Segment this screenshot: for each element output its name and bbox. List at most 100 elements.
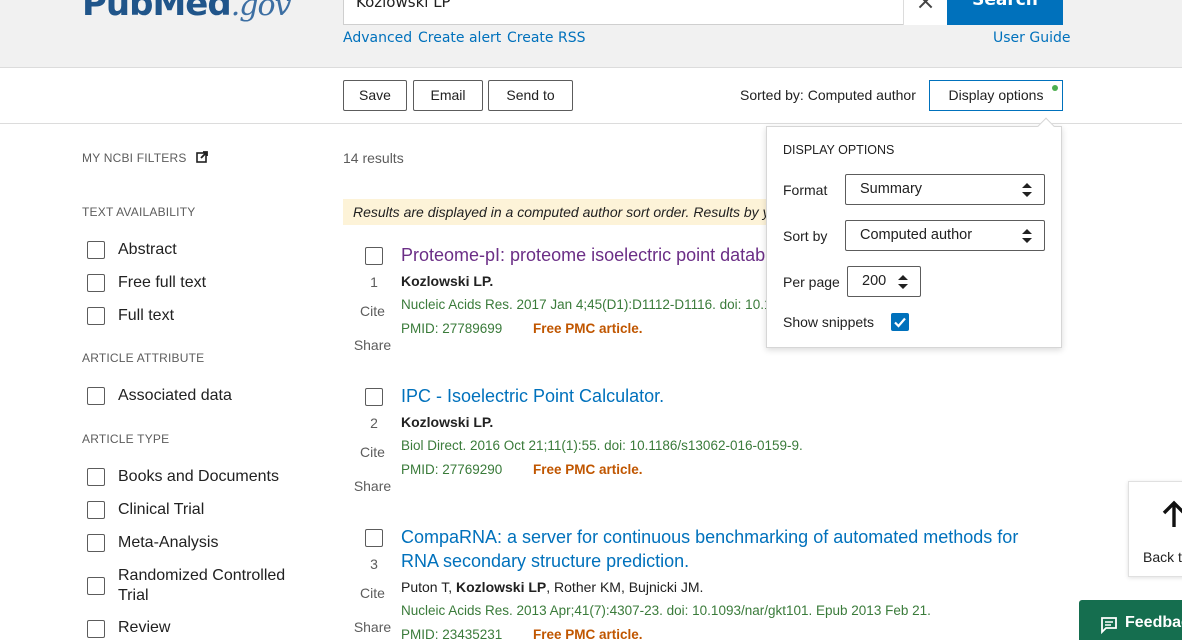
display-options-label: Display options: [948, 87, 1044, 103]
result-citation: Nucleic Acids Res. 2017 Jan 4;45(D1):D11…: [401, 297, 771, 312]
checkmark-icon: [894, 317, 906, 328]
result-title-link[interactable]: Proteome-pI: proteome isoelectric point …: [401, 243, 771, 267]
result-authors: Kozlowski LP.: [401, 414, 493, 430]
per-page-label: Per page: [783, 274, 840, 290]
external-link-icon: [196, 151, 209, 163]
sort-by-select[interactable]: Computed author: [845, 220, 1045, 251]
result-title-line-2: RNA secondary structure prediction.: [401, 551, 690, 571]
clear-search-icon[interactable]: ×: [903, 0, 947, 25]
rct-checkbox[interactable]: [87, 577, 105, 595]
show-snippets-checkbox[interactable]: [891, 313, 909, 331]
associated-data-checkbox[interactable]: [87, 387, 105, 405]
select-updown-icon: [898, 275, 908, 289]
back-to-top-label: Back to top: [1143, 549, 1182, 565]
result-title-line-1: CompaRNA: a server for continuous benchm…: [401, 527, 1019, 547]
result-number: 3: [370, 556, 378, 572]
free-pmc-label: Free PMC article.: [533, 462, 643, 477]
filter-label-full-text[interactable]: Full text: [118, 306, 174, 326]
article-type-heading: ARTICLE TYPE: [82, 432, 170, 446]
result-citation: Nucleic Acids Res. 2013 Apr;41(7):4307-2…: [401, 603, 931, 618]
filter-label-abstract[interactable]: Abstract: [118, 240, 177, 260]
sort-notice: Results are displayed in a computed auth…: [343, 199, 767, 225]
pubmed-logo[interactable]: PubMed.gov: [82, 0, 292, 24]
share-link[interactable]: Share: [350, 337, 395, 353]
author-pre: Puton T,: [401, 579, 457, 595]
abstract-checkbox[interactable]: [87, 241, 105, 259]
my-ncbi-filters[interactable]: MY NCBI FILTERS: [82, 151, 209, 165]
share-link[interactable]: Share: [350, 478, 395, 494]
action-bar: Save Email Send to Sorted by: Computed a…: [0, 68, 1182, 124]
filter-label-rct[interactable]: Randomized Controlled Trial: [118, 566, 308, 606]
show-snippets-label: Show snippets: [783, 314, 875, 330]
logo-main: PubMed: [82, 0, 232, 24]
logo-suffix: .gov: [230, 0, 292, 23]
feedback-label: Feedback: [1125, 614, 1182, 631]
free-full-text-checkbox[interactable]: [87, 274, 105, 292]
result-title-link[interactable]: IPC - Isoelectric Point Calculator.: [401, 384, 664, 408]
email-button[interactable]: Email: [413, 80, 483, 111]
author-post: , Rother KM, Bujnicki JM.: [546, 579, 704, 595]
filter-label-meta-analysis[interactable]: Meta-Analysis: [118, 533, 218, 553]
result-checkbox[interactable]: [365, 247, 383, 265]
result-number: 2: [370, 415, 378, 431]
header: PubMed.gov Kozlowski LP × Search Advance…: [0, 0, 1182, 68]
search-button[interactable]: Search: [947, 0, 1063, 25]
article-attribute-heading: ARTICLE ATTRIBUTE: [82, 351, 205, 365]
full-text-checkbox[interactable]: [87, 307, 105, 325]
author-bold: Kozlowski LP.: [401, 273, 494, 289]
active-indicator-icon: [1052, 85, 1058, 91]
results-count: 14 results: [343, 150, 404, 166]
meta-analysis-checkbox[interactable]: [87, 534, 105, 552]
create-alert-link[interactable]: Create alert: [418, 30, 501, 46]
cite-link[interactable]: Cite: [350, 444, 395, 460]
result-checkbox[interactable]: [365, 388, 383, 406]
cite-link[interactable]: Cite: [350, 303, 395, 319]
review-checkbox[interactable]: [87, 620, 105, 638]
books-and-documents-checkbox[interactable]: [87, 468, 105, 486]
result-authors: Puton T, Kozlowski LP, Rother KM, Bujnic…: [401, 579, 703, 595]
cite-link[interactable]: Cite: [350, 585, 395, 601]
display-options-title: DISPLAY OPTIONS: [783, 143, 895, 157]
free-pmc-label: Free PMC article.: [533, 321, 643, 336]
result-checkbox[interactable]: [365, 529, 383, 547]
select-updown-icon: [1022, 183, 1032, 197]
sort-by-value: Computed author: [860, 227, 973, 243]
format-value: Summary: [860, 181, 923, 197]
result-title-link[interactable]: CompaRNA: a server for continuous benchm…: [401, 525, 1018, 573]
sort-by-label: Sort by: [783, 228, 828, 244]
filter-label-review[interactable]: Review: [118, 618, 170, 638]
author-bold: Kozlowski LP.: [401, 414, 494, 430]
result-pmid: PMID: 27769290: [401, 462, 503, 477]
clinical-trial-checkbox[interactable]: [87, 501, 105, 519]
search-input[interactable]: Kozlowski LP: [343, 0, 947, 25]
display-options-panel: DISPLAY OPTIONS Format Summary Sort by C…: [766, 126, 1062, 348]
arrow-up-icon: [1162, 500, 1182, 527]
author-bold: Kozlowski LP: [456, 579, 547, 595]
filter-label-associated-data[interactable]: Associated data: [118, 386, 232, 406]
result-number: 1: [370, 274, 378, 290]
format-label: Format: [783, 182, 828, 198]
user-guide-link[interactable]: User Guide: [993, 30, 1070, 46]
share-link[interactable]: Share: [350, 619, 395, 635]
back-to-top-button[interactable]: Back to top: [1128, 481, 1182, 577]
result-authors: Kozlowski LP.: [401, 273, 493, 289]
per-page-value: 200: [862, 273, 887, 289]
filter-label-free-full-text[interactable]: Free full text: [118, 273, 206, 293]
chat-icon: [1101, 617, 1117, 634]
filter-label-clinical-trial[interactable]: Clinical Trial: [118, 500, 204, 520]
filter-label-books[interactable]: Books and Documents: [118, 467, 279, 487]
text-availability-heading: TEXT AVAILABILITY: [82, 205, 196, 219]
select-updown-icon: [1022, 229, 1032, 243]
advanced-link[interactable]: Advanced: [343, 30, 412, 46]
result-citation: Biol Direct. 2016 Oct 21;11(1):55. doi: …: [401, 438, 803, 453]
feedback-button[interactable]: Feedback: [1079, 600, 1182, 640]
create-rss-link[interactable]: Create RSS: [507, 30, 585, 46]
my-ncbi-filters-label: MY NCBI FILTERS: [82, 151, 187, 165]
format-select[interactable]: Summary: [845, 174, 1045, 205]
save-button[interactable]: Save: [343, 80, 407, 111]
display-options-button[interactable]: Display options: [929, 80, 1063, 111]
send-to-button[interactable]: Send to: [488, 80, 573, 111]
result-pmid: PMID: 27789699: [401, 321, 503, 336]
sorted-by-label: Sorted by: Computed author: [740, 87, 916, 103]
per-page-select[interactable]: 200: [847, 266, 921, 297]
